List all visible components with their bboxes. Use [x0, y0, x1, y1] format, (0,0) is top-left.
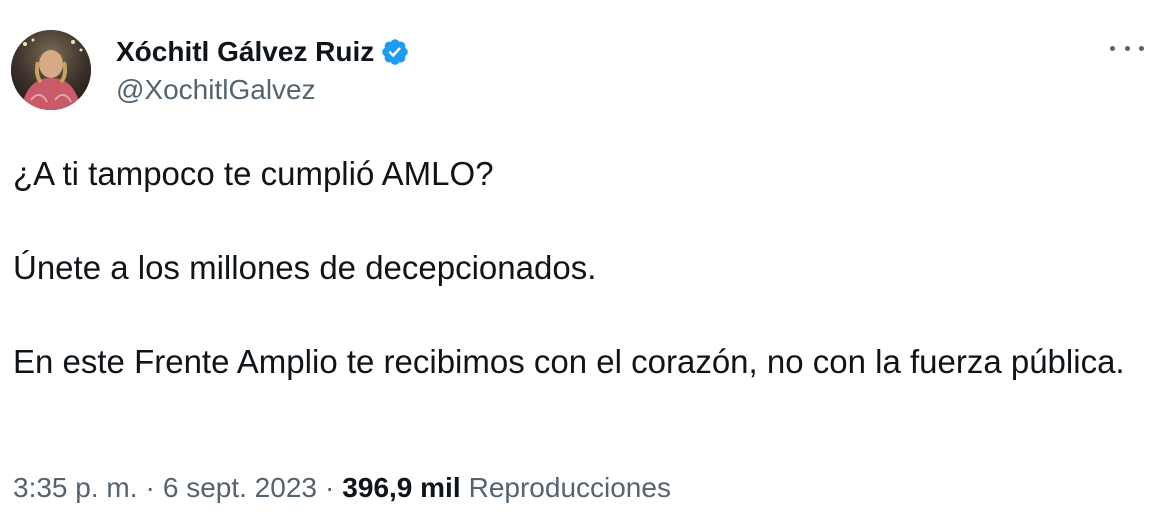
avatar[interactable] — [11, 30, 91, 110]
tweet-paragraph: Únete a los millones de decepcionados. — [13, 249, 597, 286]
verified-badge-icon — [380, 37, 410, 67]
author-display-name[interactable]: Xóchitl Gálvez Ruiz — [116, 36, 374, 68]
more-dot — [1124, 45, 1130, 51]
tweet-paragraph: En este Frente Amplio te recibimos con e… — [13, 343, 1125, 380]
tweet-paragraph: ¿A ti tampoco te cumplió AMLO? — [13, 155, 494, 192]
author-name-row: Xóchitl Gálvez Ruiz — [116, 32, 410, 72]
meta-separator: · — [324, 472, 335, 503]
tweet-card: Xóchitl Gálvez Ruiz @XochitlGalvez ¿A ti… — [0, 0, 1168, 524]
author-handle[interactable]: @XochitlGalvez — [116, 74, 316, 106]
views-count[interactable]: 396,9 mil — [342, 472, 460, 504]
more-dots-icon[interactable] — [1110, 38, 1144, 58]
more-dot — [1110, 45, 1115, 51]
tweet-text: ¿A ti tampoco te cumplió AMLO? Únete a l… — [13, 150, 1133, 385]
views-label: Reproducciones — [468, 472, 671, 503]
meta-separator: · — [145, 472, 155, 503]
tweet-meta: 3:35 p. m. · 6 sept. 2023 · 396,9 mil Re… — [13, 470, 671, 506]
tweet-time[interactable]: 3:35 p. m. — [13, 472, 138, 504]
avatar-photo — [11, 30, 91, 110]
tweet-date[interactable]: 6 sept. 2023 — [163, 472, 317, 504]
more-dot — [1139, 45, 1144, 51]
